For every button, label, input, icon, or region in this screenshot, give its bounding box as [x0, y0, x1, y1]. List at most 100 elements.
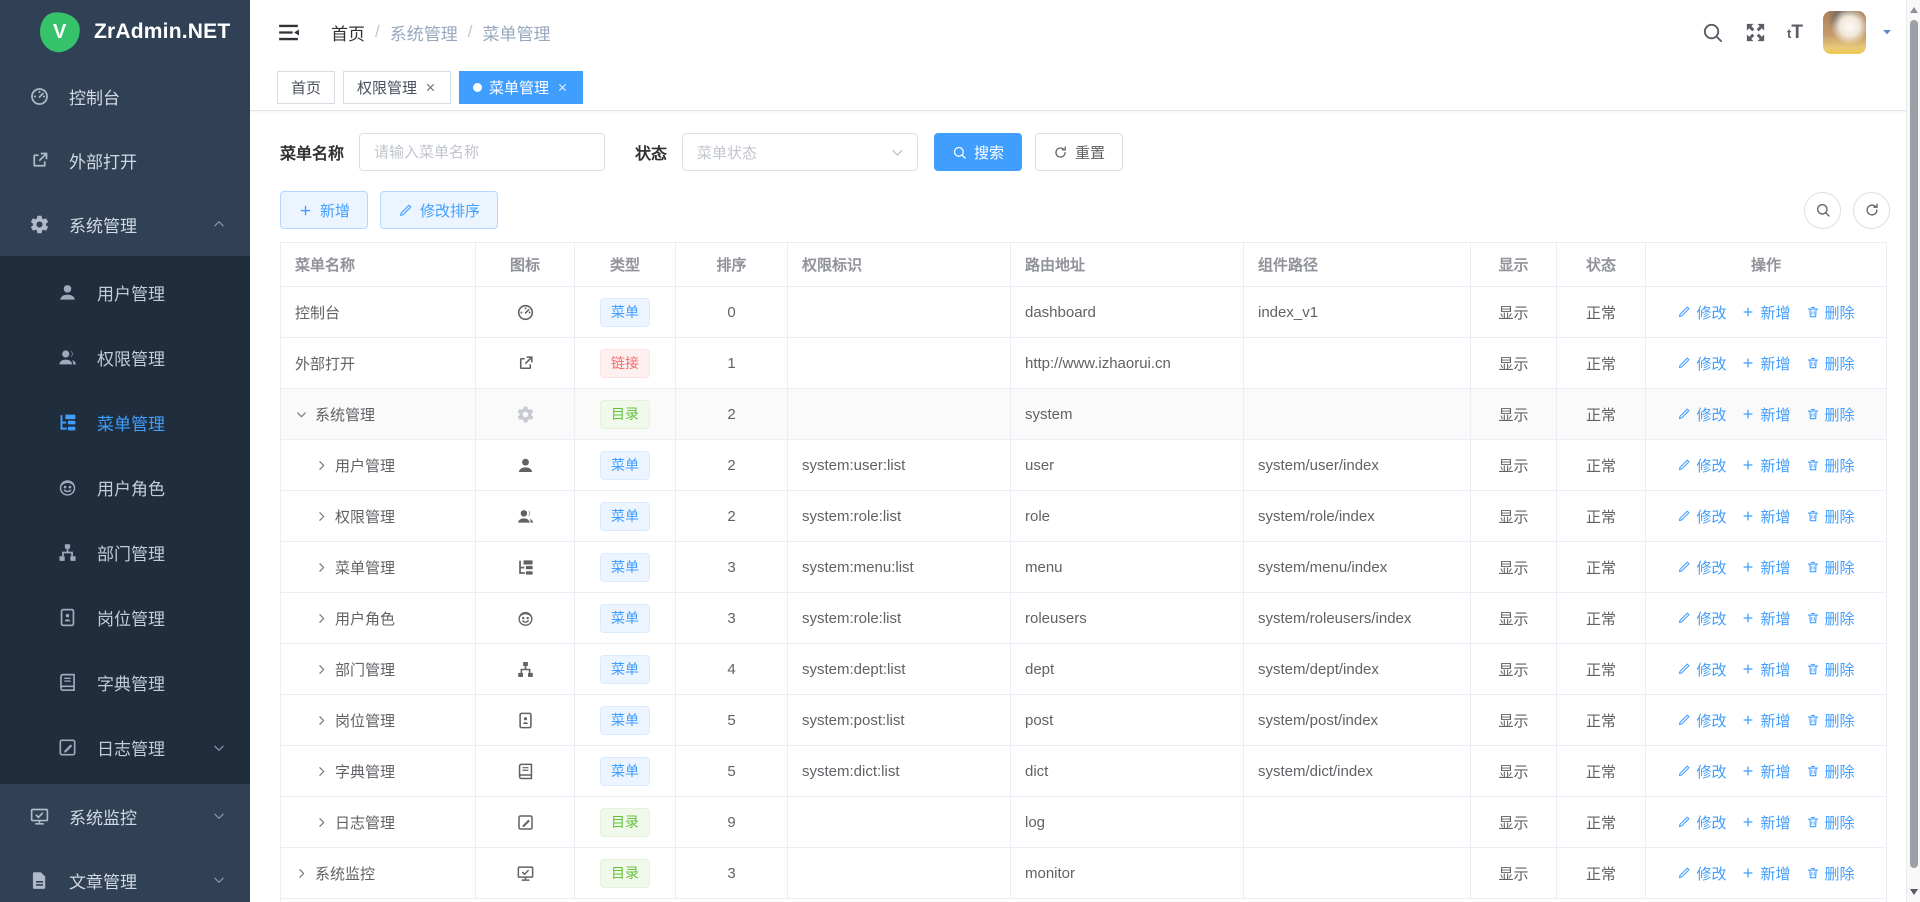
sidebar-item-monitor[interactable]: 系统监控	[0, 784, 250, 848]
expand-chevron-right-icon[interactable]	[315, 612, 328, 625]
search-button[interactable]: 搜索	[934, 133, 1022, 171]
edit-link[interactable]: 修改	[1677, 863, 1726, 884]
add-link[interactable]: 新增	[1741, 812, 1790, 833]
app-root: V ZrAdmin.NET 控制台外部打开系统管理用户管理权限管理菜单管理用户角…	[0, 0, 1920, 902]
expand-chevron-right-icon[interactable]	[315, 510, 328, 523]
edit-link[interactable]: 修改	[1677, 761, 1726, 782]
user-avatar[interactable]	[1823, 11, 1866, 54]
page-scrollbar[interactable]	[1906, 0, 1920, 902]
add-link[interactable]: 新增	[1741, 710, 1790, 731]
sidebar-item-dashboard[interactable]: 控制台	[0, 64, 250, 128]
column-header-3: 排序	[676, 243, 788, 287]
add-link[interactable]: 新增	[1741, 761, 1790, 782]
expand-chevron-right-icon[interactable]	[315, 765, 328, 778]
caret-down-icon[interactable]	[1880, 25, 1894, 39]
fullscreen-icon[interactable]	[1744, 21, 1767, 44]
scrollbar-thumb[interactable]	[1910, 20, 1918, 868]
log-edit-icon	[516, 813, 535, 832]
status-select[interactable]: 菜单状态	[682, 133, 918, 171]
component-cell	[1244, 389, 1471, 440]
scroll-up-arrow-icon[interactable]	[1910, 7, 1918, 13]
delete-link[interactable]: 删除	[1806, 863, 1855, 884]
font-size-icon[interactable]: tT	[1787, 23, 1803, 42]
edit-link[interactable]: 修改	[1677, 404, 1726, 425]
reset-button[interactable]: 重置	[1035, 133, 1123, 171]
tab-权限管理[interactable]: 权限管理	[343, 71, 451, 104]
plus-icon	[1741, 764, 1755, 778]
menu-fold-icon[interactable]	[276, 20, 301, 45]
delete-link[interactable]: 删除	[1806, 761, 1855, 782]
sidebar-item-article[interactable]: 文章管理	[0, 848, 250, 902]
add-link[interactable]: 新增	[1741, 506, 1790, 527]
delete-link[interactable]: 删除	[1806, 455, 1855, 476]
brand-title: ZrAdmin.NET	[94, 20, 230, 44]
table-row-menu: 菜单管理菜单3system:menu:listmenusystem/menu/i…	[281, 542, 1887, 593]
edit-link[interactable]: 修改	[1677, 812, 1726, 833]
menu-name-input[interactable]	[359, 133, 605, 171]
modify-sort-button[interactable]: 修改排序	[380, 191, 498, 229]
breadcrumb-separator: /	[375, 22, 380, 42]
delete-link[interactable]: 删除	[1806, 302, 1855, 323]
delete-link[interactable]: 删除	[1806, 506, 1855, 527]
add-link[interactable]: 新增	[1741, 455, 1790, 476]
trash-icon	[1806, 713, 1820, 727]
sidebar-item-role[interactable]: 权限管理	[0, 325, 250, 390]
gear-icon	[29, 214, 50, 235]
add-link[interactable]: 新增	[1741, 302, 1790, 323]
sidebar-item-label: 外部打开	[69, 148, 137, 173]
close-icon[interactable]	[556, 81, 569, 94]
edit-link[interactable]: 修改	[1677, 455, 1726, 476]
delete-link[interactable]: 删除	[1806, 353, 1855, 374]
edit-link[interactable]: 修改	[1677, 659, 1726, 680]
edit-link[interactable]: 修改	[1677, 353, 1726, 374]
delete-link[interactable]: 删除	[1806, 812, 1855, 833]
search-icon[interactable]	[1701, 21, 1724, 44]
add-link[interactable]: 新增	[1741, 353, 1790, 374]
expand-chevron-right-icon[interactable]	[315, 663, 328, 676]
expand-chevron-right-icon[interactable]	[315, 714, 328, 727]
delete-link[interactable]: 删除	[1806, 557, 1855, 578]
edit-link[interactable]: 修改	[1677, 557, 1726, 578]
sidebar-item-post[interactable]: 岗位管理	[0, 585, 250, 650]
add-link[interactable]: 新增	[1741, 659, 1790, 680]
add-link[interactable]: 新增	[1741, 404, 1790, 425]
add-button[interactable]: 新增	[280, 191, 368, 229]
edit-link[interactable]: 修改	[1677, 302, 1726, 323]
edit-icon	[1677, 305, 1691, 319]
sidebar-item-log[interactable]: 日志管理	[0, 715, 250, 780]
sidebar-item-system[interactable]: 系统管理	[0, 192, 250, 256]
expand-chevron-down-icon[interactable]	[295, 408, 308, 421]
edit-icon	[1677, 407, 1691, 421]
edit-link[interactable]: 修改	[1677, 608, 1726, 629]
route-cell: menu	[1011, 542, 1244, 593]
sidebar-item-roleusers[interactable]: 用户角色	[0, 455, 250, 520]
expand-chevron-right-icon[interactable]	[315, 561, 328, 574]
expand-chevron-right-icon[interactable]	[315, 459, 328, 472]
edit-link[interactable]: 修改	[1677, 506, 1726, 527]
sidebar-item-menu[interactable]: 菜单管理	[0, 390, 250, 455]
sidebar-item-user[interactable]: 用户管理	[0, 260, 250, 325]
id-badge-icon	[57, 607, 78, 628]
sidebar-item-dict[interactable]: 字典管理	[0, 650, 250, 715]
delete-link[interactable]: 删除	[1806, 404, 1855, 425]
sidebar-item-external[interactable]: 外部打开	[0, 128, 250, 192]
expand-chevron-right-icon[interactable]	[295, 867, 308, 880]
add-link[interactable]: 新增	[1741, 863, 1790, 884]
order-cell: 9	[676, 797, 788, 848]
tab-首页[interactable]: 首页	[277, 71, 335, 104]
delete-link[interactable]: 删除	[1806, 659, 1855, 680]
scroll-down-arrow-icon[interactable]	[1910, 889, 1918, 895]
delete-link[interactable]: 删除	[1806, 710, 1855, 731]
toggle-search-button[interactable]	[1804, 192, 1841, 229]
add-link[interactable]: 新增	[1741, 608, 1790, 629]
expand-chevron-right-icon[interactable]	[315, 816, 328, 829]
refresh-table-button[interactable]	[1853, 192, 1890, 229]
column-header-7: 显示	[1471, 243, 1557, 287]
tab-菜单管理[interactable]: 菜单管理	[459, 71, 583, 104]
delete-link[interactable]: 删除	[1806, 608, 1855, 629]
add-link[interactable]: 新增	[1741, 557, 1790, 578]
edit-link[interactable]: 修改	[1677, 710, 1726, 731]
sidebar-item-dept[interactable]: 部门管理	[0, 520, 250, 585]
close-icon[interactable]	[424, 81, 437, 94]
breadcrumb-item-0[interactable]: 首页	[331, 20, 365, 45]
